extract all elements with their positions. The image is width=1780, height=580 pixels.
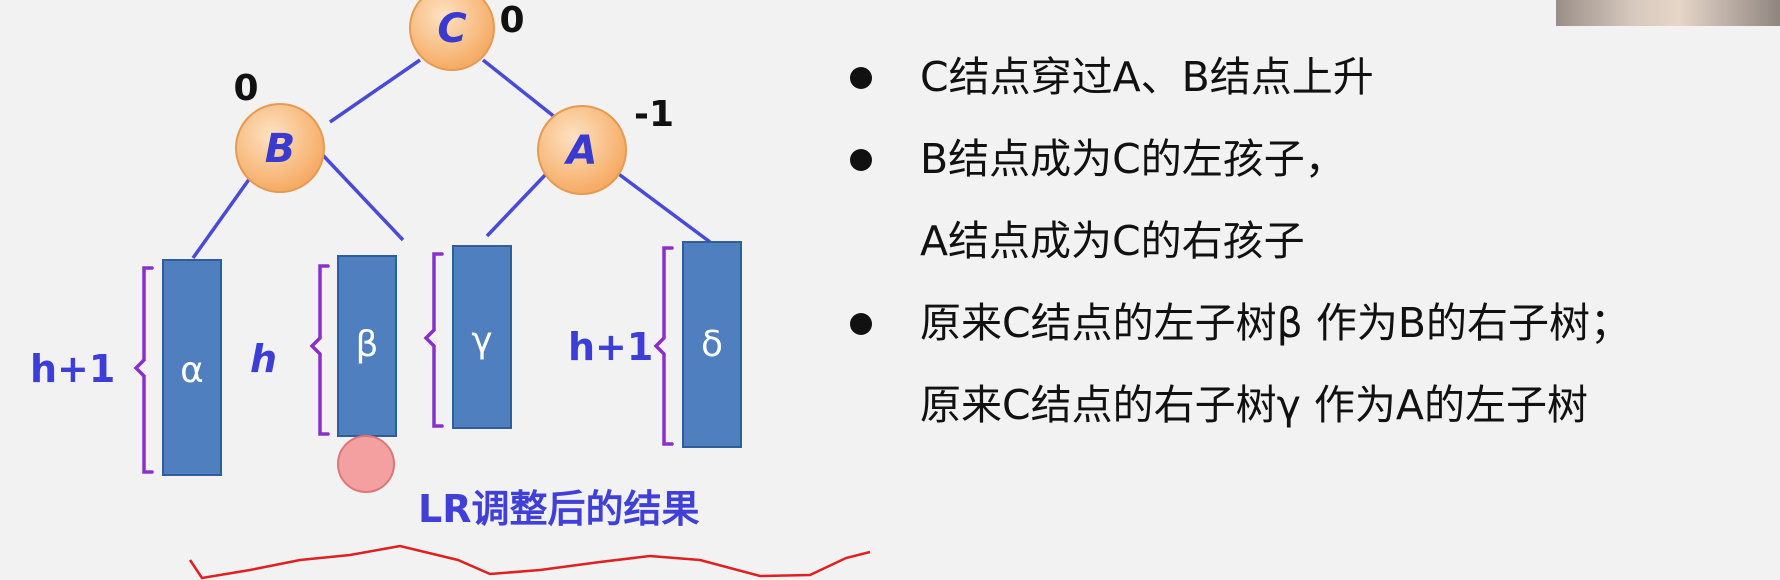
node-c-balance: 0 <box>499 0 524 41</box>
bullet-item-3: 原来C结点的左子树β 作为B的右子树； 原来C结点的右子树γ 作为A的左子树 <box>850 294 1750 434</box>
subtree-alpha-label: α <box>180 350 204 391</box>
height-label-delta: h+1 <box>568 325 653 369</box>
bullet-dot-icon <box>850 313 872 335</box>
subtree-beta: β <box>337 255 397 437</box>
height-label-beta: h <box>250 337 277 381</box>
node-c: C 0 <box>409 0 525 71</box>
bullet-2-line-1: B结点成为C的左孩子， <box>920 135 1346 183</box>
edge-c-b <box>329 58 421 124</box>
subtree-beta-label: β <box>356 324 379 365</box>
brace-delta <box>653 246 674 446</box>
node-a-label: A <box>564 128 598 174</box>
webcam-overlay <box>1556 0 1780 26</box>
subtree-alpha: α <box>162 259 222 476</box>
bullet-dot-icon <box>850 149 872 171</box>
node-a: A -1 <box>537 94 674 195</box>
brace-gamma <box>423 252 444 428</box>
subtree-gamma: γ <box>452 245 512 429</box>
height-label-alpha: h+1 <box>30 347 115 391</box>
brace-alpha <box>133 266 154 474</box>
bullet-item-2: B结点成为C的左孩子， A结点成为C的右孩子 <box>850 130 1750 270</box>
subtree-delta: δ <box>682 241 742 448</box>
diagram-caption: LR调整后的结果 <box>418 487 700 531</box>
edge-c-a <box>481 58 558 120</box>
edge-b-beta <box>316 148 405 242</box>
bullet-1-line-1: C结点穿过A、B结点上升 <box>920 53 1374 101</box>
edge-b-alpha <box>191 176 252 260</box>
bullet-2-line-2: A结点成为C的右孩子 <box>920 217 1305 265</box>
bullet-item-1: C结点穿过A、B结点上升 <box>850 48 1750 106</box>
edge-a-gamma <box>485 170 550 238</box>
node-b-label: B <box>265 126 296 172</box>
inserted-node <box>337 435 395 493</box>
node-c-label: C <box>437 6 466 52</box>
subtree-gamma-label: γ <box>471 320 492 361</box>
bullet-list: C结点穿过A、B结点上升 B结点成为C的左孩子， A结点成为C的右孩子 原来C结… <box>850 48 1750 434</box>
edge-a-delta <box>614 170 712 244</box>
node-b: B 0 <box>233 68 325 193</box>
subtree-delta-label: δ <box>701 324 723 365</box>
bullet-3-line-1: 原来C结点的左子树β 作为B的右子树； <box>920 299 1631 347</box>
bullet-3-line-2: 原来C结点的右子树γ 作为A的左子树 <box>920 381 1588 429</box>
red-annotation-line <box>188 544 871 580</box>
node-b-balance: 0 <box>233 68 258 109</box>
brace-beta <box>309 264 330 436</box>
bullet-dot-icon <box>850 67 872 89</box>
node-a-balance: -1 <box>634 94 674 135</box>
